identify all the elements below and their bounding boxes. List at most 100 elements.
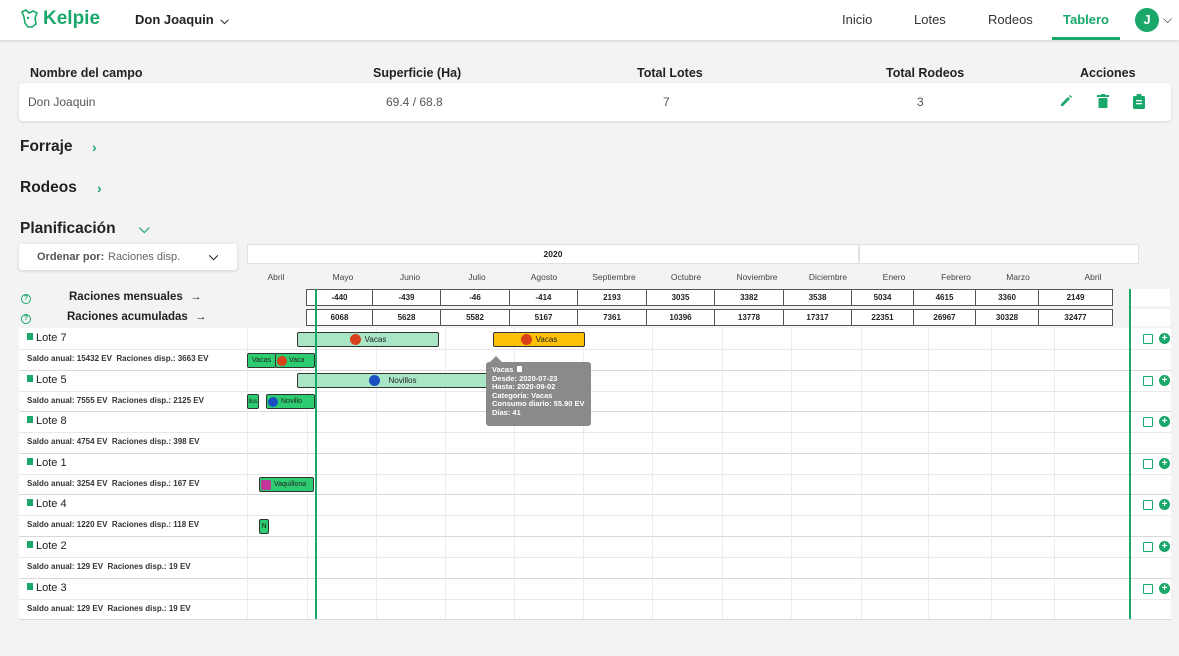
help-icon[interactable]: ? <box>21 314 31 324</box>
month-label: Mayo <box>332 272 354 282</box>
metric-cell: -46 <box>440 289 510 306</box>
metric-cell: 5628 <box>372 309 441 326</box>
row-divider <box>19 432 1171 434</box>
column-divider <box>791 328 792 619</box>
clipboard-icon[interactable] <box>1133 94 1145 109</box>
lot-name: Lote 4 <box>36 498 67 511</box>
lot-summary: Saldo anual: 129 EV Raciones disp.: 19 E… <box>27 562 191 571</box>
chevron-down-icon[interactable]: ⌵ <box>1163 12 1172 27</box>
lot-title[interactable]: Lote 3 <box>27 582 67 594</box>
cow-icon <box>520 334 532 345</box>
help-icon[interactable]: ? <box>21 294 31 304</box>
bar-tooltip: Vacas Desde: 2020-07-23 Hasta: 2020-09-0… <box>486 362 591 426</box>
assignment-bar[interactable]: N <box>259 519 269 534</box>
column-divider <box>652 328 653 619</box>
area-value: 69.4 / 68.8 <box>386 95 443 109</box>
column-divider <box>991 328 992 619</box>
edit-icon[interactable] <box>1059 94 1073 108</box>
metric-cell: 4615 <box>913 289 976 306</box>
flag-icon <box>27 541 33 548</box>
column-divider <box>307 328 308 619</box>
flag-icon <box>27 416 33 424</box>
section-forraje[interactable]: Forraje <box>20 138 73 156</box>
user-avatar[interactable]: J <box>1135 8 1159 32</box>
lot-title[interactable]: Lote 7 <box>27 332 67 344</box>
assignment-bar[interactable]: Vaca <box>275 353 315 368</box>
lot-summary: Saldo anual: 4754 EV Raciones disp.: 398… <box>27 437 200 447</box>
add-icon[interactable]: + <box>1159 457 1170 469</box>
chevron-down-icon: ⌵ <box>220 15 229 27</box>
farm-selector[interactable]: Don Joaquin ⌵ <box>135 12 229 28</box>
lot-name: Lote 8 <box>36 415 67 428</box>
checkbox-icon[interactable] <box>1143 583 1153 594</box>
section-planificacion[interactable]: Planificación <box>20 220 116 238</box>
assignment-bar[interactable]: Novillos <box>297 373 489 388</box>
metric-cell: 3360 <box>975 289 1039 306</box>
month-label: Diciembre <box>808 272 848 282</box>
checkbox-icon[interactable] <box>1143 458 1153 469</box>
metric-cell: 3035 <box>646 289 715 306</box>
month-label: Julio <box>468 272 486 282</box>
end-marker <box>1129 289 1131 619</box>
cow-icon <box>349 334 361 345</box>
nav-rodeos[interactable]: Rodeos <box>988 0 1033 40</box>
assignment-bar[interactable]: Vaquillona <box>259 477 314 492</box>
farm-selector-value: Don Joaquin <box>135 12 214 27</box>
lots-value: 7 <box>663 95 670 109</box>
assignment-bar[interactable]: Novillo <box>266 394 315 409</box>
brand-logo[interactable]: Kelpie <box>20 8 100 30</box>
lot-title[interactable]: Lote 4 <box>27 498 67 510</box>
checkbox-icon[interactable] <box>1143 417 1153 428</box>
section-rodeos[interactable]: Rodeos <box>20 179 77 197</box>
lot-name: Lote 1 <box>36 456 67 469</box>
metric-cumulative-label: Raciones acumuladas → <box>67 311 207 323</box>
kelpie-logo-icon <box>20 9 39 28</box>
chevron-right-icon[interactable]: › <box>97 180 102 196</box>
month-label: Enero <box>882 272 906 282</box>
lot-title[interactable]: Lote 8 <box>27 415 67 427</box>
row-divider <box>19 369 1171 371</box>
sort-dropdown[interactable]: Ordenar por: Raciones disp. ⌵ <box>19 244 237 270</box>
trash-icon[interactable] <box>1097 94 1109 108</box>
month-label: Marzo <box>1006 272 1030 282</box>
row-divider <box>19 619 1171 621</box>
nav-tablero[interactable]: Tablero <box>1052 0 1120 40</box>
assignment-bar[interactable]: Vacas <box>247 353 276 368</box>
checkbox-icon[interactable] <box>1143 375 1153 386</box>
lot-title[interactable]: Lote 2 <box>27 540 67 552</box>
steer-icon <box>268 396 278 407</box>
add-icon[interactable]: + <box>1159 499 1170 511</box>
assignment-bar[interactable]: llos <box>247 394 259 409</box>
chevron-right-icon[interactable]: › <box>92 139 97 155</box>
metric-cell: -439 <box>372 289 441 306</box>
add-icon[interactable]: + <box>1159 333 1170 344</box>
column-divider <box>445 328 446 619</box>
chevron-down-icon[interactable]: ⌵ <box>139 220 150 237</box>
add-icon[interactable]: + <box>1159 416 1170 428</box>
column-divider <box>861 328 862 619</box>
checkbox-icon[interactable] <box>1143 542 1153 552</box>
field-name-value: Don Joaquin <box>28 95 96 109</box>
today-marker <box>315 289 317 619</box>
month-label: Octubre <box>670 272 702 282</box>
trash-icon[interactable] <box>517 366 523 372</box>
assignment-bar[interactable]: Vacas <box>297 332 439 347</box>
assignment-bar[interactable]: Vacas <box>493 332 585 347</box>
nav-lotes[interactable]: Lotes <box>914 0 946 40</box>
add-icon[interactable]: + <box>1159 541 1170 552</box>
add-icon[interactable]: + <box>1159 374 1170 386</box>
checkbox-icon[interactable] <box>1143 334 1153 344</box>
nav-inicio[interactable]: Inicio <box>842 0 872 40</box>
row-divider <box>19 494 1171 496</box>
month-label: Septiembre <box>592 272 636 282</box>
lot-title[interactable]: Lote 5 <box>27 374 67 386</box>
metric-cell: 5167 <box>509 309 578 326</box>
header-area: Superficie (Ha) <box>373 66 462 80</box>
checkbox-icon[interactable] <box>1143 500 1153 511</box>
month-label: Agosto <box>530 272 558 282</box>
sort-label: Ordenar por: <box>37 251 105 263</box>
flag-icon <box>27 333 33 340</box>
flag-icon <box>27 499 33 507</box>
add-icon[interactable]: + <box>1159 582 1170 594</box>
lot-title[interactable]: Lote 1 <box>27 457 67 469</box>
